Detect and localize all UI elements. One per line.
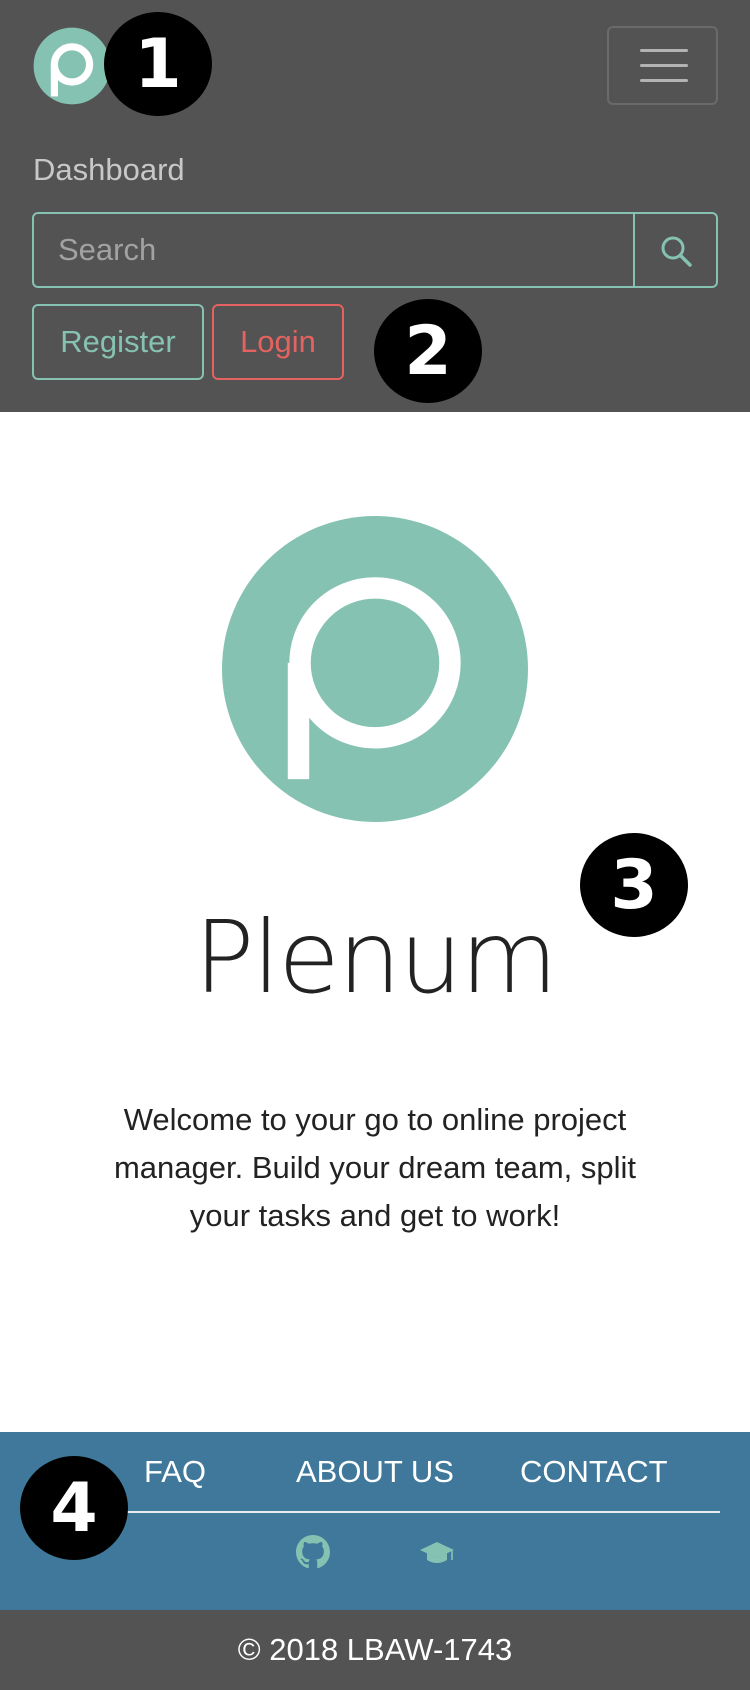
marker-2: 2: [374, 299, 482, 403]
footer-link-about-us[interactable]: ABOUT US: [296, 1454, 454, 1490]
login-button[interactable]: Login: [212, 304, 344, 380]
marker-4: 4: [20, 1456, 128, 1560]
search-button[interactable]: [633, 214, 716, 286]
github-icon[interactable]: [296, 1535, 330, 1569]
menu-toggle-button[interactable]: [607, 26, 718, 105]
search-icon: [661, 236, 692, 267]
search-form: [32, 212, 718, 288]
welcome-text: Welcome to your go to online project man…: [113, 1102, 637, 1233]
graduation-cap-icon[interactable]: [419, 1540, 455, 1566]
marker-1: 1: [104, 12, 212, 116]
hamburger-icon: [640, 49, 688, 52]
footer-divider: [90, 1511, 720, 1513]
search-input[interactable]: [34, 214, 633, 286]
navbar: 1 Dashboard Register Login 2: [0, 0, 750, 412]
brand-logo[interactable]: [32, 26, 112, 106]
plenum-logo: [222, 516, 528, 822]
footer: FAQ ABOUT US CONTACT 4: [0, 1432, 750, 1610]
nav-link-dashboard[interactable]: Dashboard: [33, 152, 185, 188]
copyright-bar: © 2018 LBAW-1743: [0, 1610, 750, 1690]
footer-link-faq[interactable]: FAQ: [144, 1454, 206, 1490]
footer-link-contact[interactable]: CONTACT: [520, 1454, 668, 1490]
register-button[interactable]: Register: [32, 304, 204, 380]
app-name: Plenum: [194, 899, 558, 1016]
copyright-text: © 2018 LBAW-1743: [237, 1632, 513, 1667]
